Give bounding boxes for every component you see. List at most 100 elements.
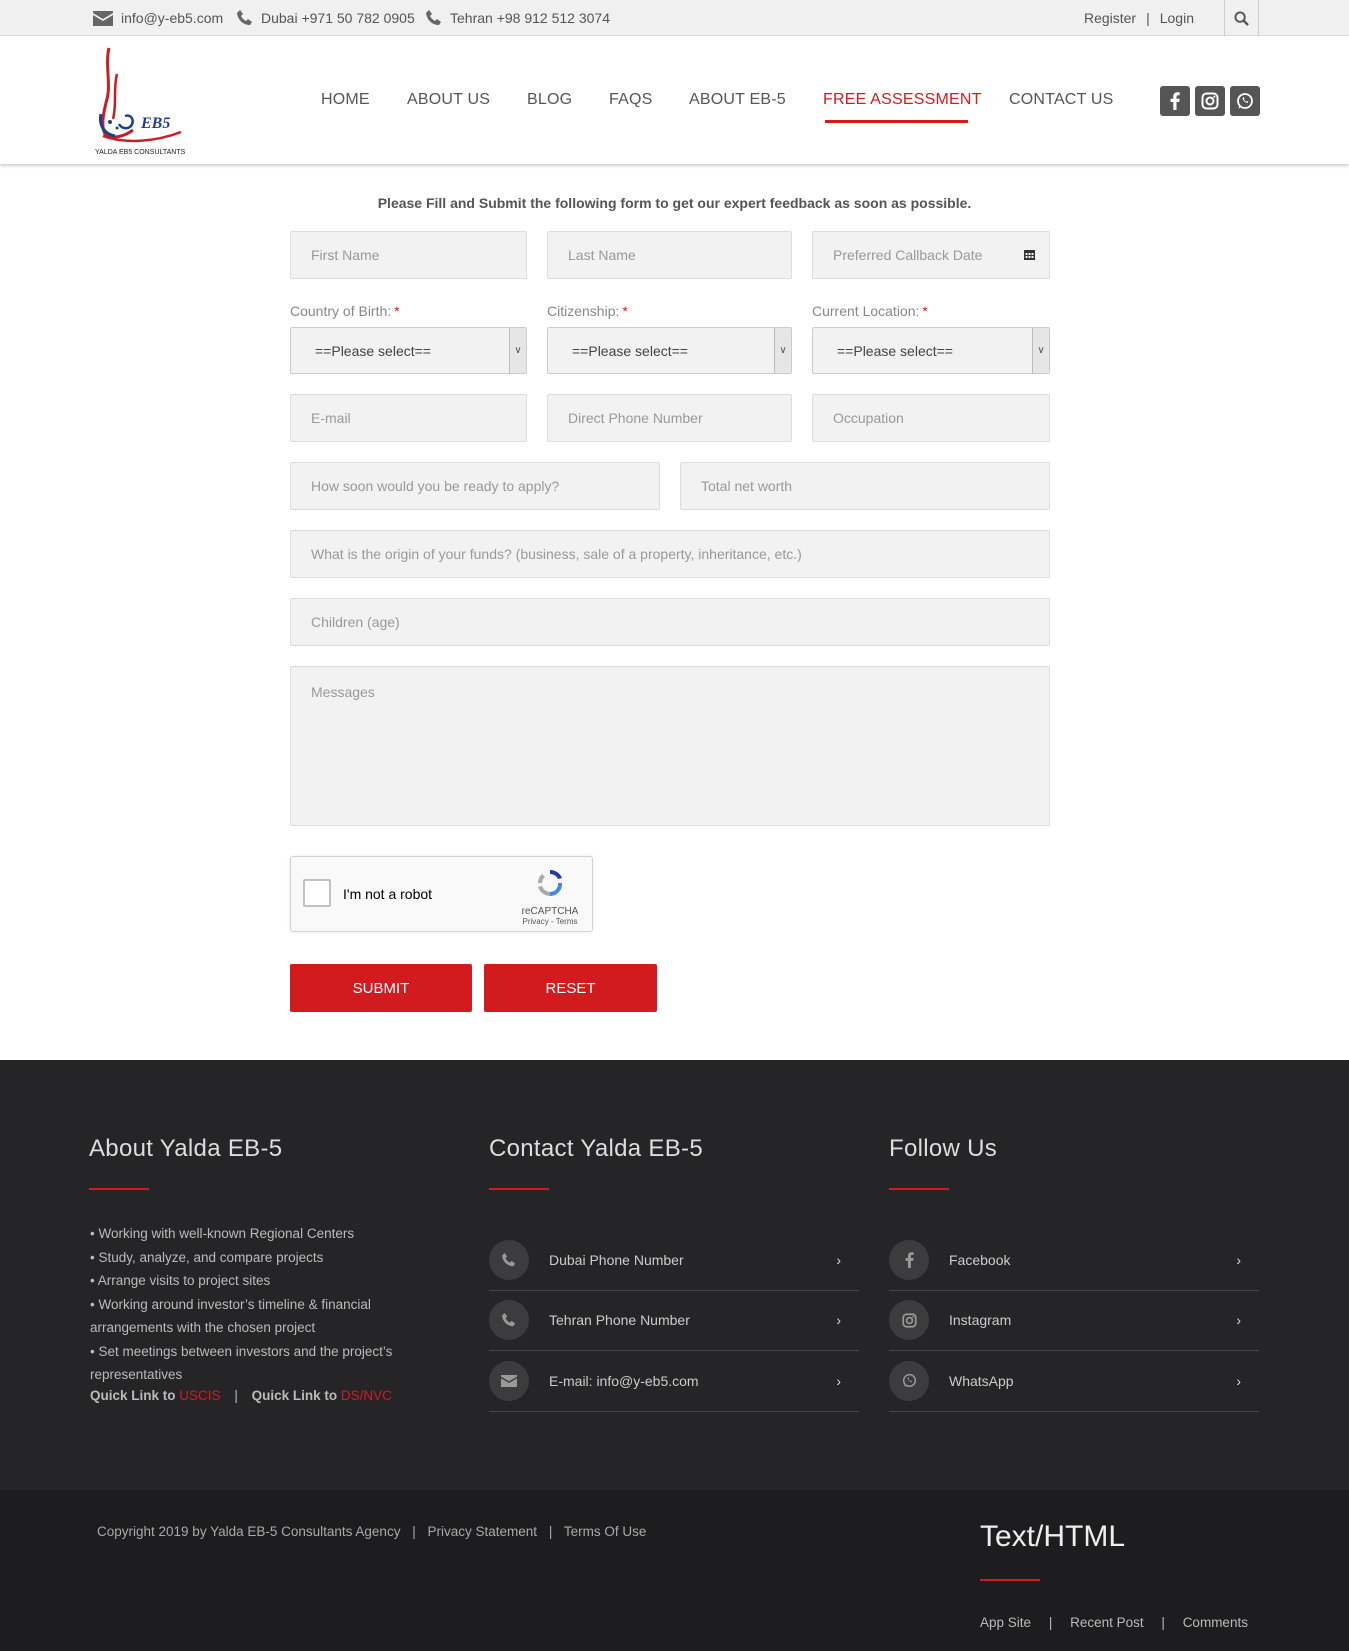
net-worth-field[interactable]: Total net worth (680, 462, 1050, 510)
about-item: • Working with well-known Regional Cente… (90, 1226, 355, 1241)
citizenship-select[interactable]: ==Please select== ∨ (547, 327, 792, 374)
widget-title: Text/HTML (980, 1520, 1126, 1553)
country-of-birth-select[interactable]: ==Please select== ∨ (290, 327, 527, 374)
nav-about-eb5[interactable]: ABOUT EB-5 (689, 91, 786, 109)
topbar-phone-tehran[interactable]: Tehran +98 912 512 3074 (426, 10, 610, 26)
logo-mark: EB5 YALDA EB5 CONSULTANTS (95, 47, 186, 156)
nav-faqs[interactable]: FAQS (609, 91, 652, 109)
account-separator: | (1146, 10, 1150, 26)
follow-item-instagram[interactable]: Instagram › (889, 1291, 1259, 1351)
current-location-select[interactable]: ==Please select== ∨ (812, 327, 1050, 374)
copyright-separator: | (548, 1524, 553, 1539)
chevron-down-icon: ∨ (774, 328, 791, 373)
citizenship-value: ==Please select== (572, 342, 688, 359)
about-title: About Yalda EB-5 (89, 1135, 283, 1162)
contact-item-email[interactable]: E-mail: info@y-eb5.com › (489, 1351, 859, 1412)
follow-item-label: Facebook (949, 1251, 1011, 1268)
whatsapp-icon[interactable] (1230, 86, 1260, 116)
nav-blog[interactable]: BLOG (527, 91, 572, 109)
about-item: • Study, analyze, and compare projects (90, 1249, 324, 1265)
topbar-email[interactable]: info@y-eb5.com (93, 10, 223, 26)
facebook-icon[interactable] (1160, 86, 1190, 116)
email-field[interactable]: E-mail (290, 394, 527, 442)
nav-contact-us[interactable]: CONTACT US (1009, 91, 1114, 109)
chevron-right-icon: › (836, 1372, 841, 1389)
instagram-icon[interactable] (1195, 86, 1225, 116)
privacy-link[interactable]: Privacy Statement (428, 1524, 538, 1539)
terms-link[interactable]: Terms Of Use (564, 1524, 647, 1539)
callback-date-placeholder: Preferred Callback Date (833, 247, 983, 263)
contact-item-dubai[interactable]: Dubai Phone Number › (489, 1230, 859, 1291)
follow-item-label: Instagram (949, 1312, 1012, 1329)
bottom-link-separator: | (1161, 1615, 1165, 1630)
recaptcha-logo: reCAPTCHA Privacy - Terms (520, 867, 580, 926)
chevron-right-icon: › (1236, 1372, 1241, 1389)
occupation-field[interactable]: Occupation (812, 394, 1050, 442)
site-logo[interactable]: EB5 YALDA EB5 CONSULTANTS (95, 44, 190, 156)
children-field[interactable]: Children (age) (290, 598, 1050, 646)
chevron-right-icon: › (1236, 1312, 1241, 1329)
logo-brand: EB5 (140, 115, 170, 132)
chevron-right-icon: › (1236, 1251, 1241, 1268)
follow-item-whatsapp[interactable]: WhatsApp › (889, 1351, 1259, 1412)
contact-title-bar (489, 1188, 549, 1190)
phone-field[interactable]: Direct Phone Number (547, 394, 792, 442)
about-title-bar (89, 1188, 149, 1190)
submit-button[interactable]: SUBMIT (290, 964, 472, 1012)
nav-home[interactable]: HOME (321, 91, 370, 109)
search-icon (1234, 10, 1249, 26)
uscis-link[interactable]: USCIS (179, 1388, 220, 1403)
contact-item-tehran[interactable]: Tehran Phone Number › (489, 1291, 859, 1351)
follow-item-facebook[interactable]: Facebook › (889, 1230, 1259, 1291)
phone-icon (426, 10, 441, 25)
recent-post-link[interactable]: Recent Post (1070, 1615, 1144, 1630)
phone-icon (489, 1239, 529, 1280)
nav-free-assessment[interactable]: FREE ASSESSMENT (823, 91, 982, 109)
quick-link-label: Quick Link to (251, 1388, 338, 1403)
site-header: EB5 YALDA EB5 CONSULTANTS HOME ABOUT US … (0, 36, 1349, 164)
ds-nvc-link[interactable]: DS/NVC (341, 1388, 392, 1403)
contact-item-label: Dubai Phone Number (549, 1251, 684, 1268)
facebook-icon (889, 1239, 929, 1280)
current-location-label: Current Location: * (812, 303, 928, 319)
country-of-birth-value: ==Please select== (315, 342, 431, 359)
topbar-phone-dubai[interactable]: Dubai +971 50 782 0905 (237, 10, 415, 26)
chevron-right-icon: › (836, 1251, 841, 1268)
contact-item-label: Tehran Phone Number (549, 1312, 690, 1329)
comments-link[interactable]: Comments (1183, 1615, 1248, 1630)
app-site-link[interactable]: App Site (980, 1615, 1031, 1630)
recaptcha-brand: reCAPTCHA (521, 906, 579, 917)
funds-origin-field[interactable]: What is the origin of your funds? (busin… (290, 530, 1050, 578)
recaptcha-widget: I'm not a robot reCAPTCHA Privacy - Term… (290, 856, 593, 932)
register-link[interactable]: Register (1084, 10, 1136, 26)
callback-date-input[interactable]: Preferred Callback Date (812, 231, 1050, 279)
search-button[interactable] (1224, 0, 1259, 36)
chevron-down-icon: ∨ (1032, 328, 1049, 373)
envelope-icon (489, 1360, 529, 1401)
calendar-icon[interactable] (1024, 249, 1035, 260)
form-intro: Please Fill and Submit the following for… (377, 195, 972, 211)
follow-title-bar (889, 1188, 949, 1190)
recaptcha-icon (537, 870, 563, 897)
topbar-phone-dubai-text: Dubai +971 50 782 0905 (261, 10, 415, 26)
copyright-line: Copyright 2019 by Yalda EB-5 Consultants… (97, 1524, 646, 1539)
bottom-bar: Copyright 2019 by Yalda EB-5 Consultants… (0, 1490, 1349, 1651)
topbar-phone-tehran-text: Tehran +98 912 512 3074 (450, 10, 610, 26)
copyright-separator: | (412, 1524, 416, 1539)
ready-to-apply-field[interactable]: How soon would you be ready to apply? (290, 462, 660, 510)
nav-about-us[interactable]: ABOUT US (407, 91, 490, 109)
chevron-right-icon: › (836, 1312, 841, 1329)
last-name-input[interactable]: Last Name (547, 231, 792, 279)
top-bar: info@y-eb5.com Dubai +971 50 782 0905 Te… (0, 0, 1349, 36)
phone-icon (237, 10, 252, 25)
reset-button[interactable]: RESET (484, 964, 657, 1012)
recaptcha-checkbox[interactable] (303, 879, 331, 907)
about-item: • Set meetings between investors and the… (90, 1343, 393, 1383)
login-link[interactable]: Login (1160, 10, 1194, 26)
recaptcha-terms[interactable]: Privacy - Terms (520, 917, 580, 926)
about-item: • Working around investor’s timeline & f… (90, 1296, 371, 1336)
messages-textarea[interactable]: Messages (290, 666, 1050, 826)
nav-active-underline (825, 120, 968, 123)
first-name-input[interactable]: First Name (290, 231, 527, 279)
country-of-birth-label: Country of Birth: * (290, 303, 400, 319)
